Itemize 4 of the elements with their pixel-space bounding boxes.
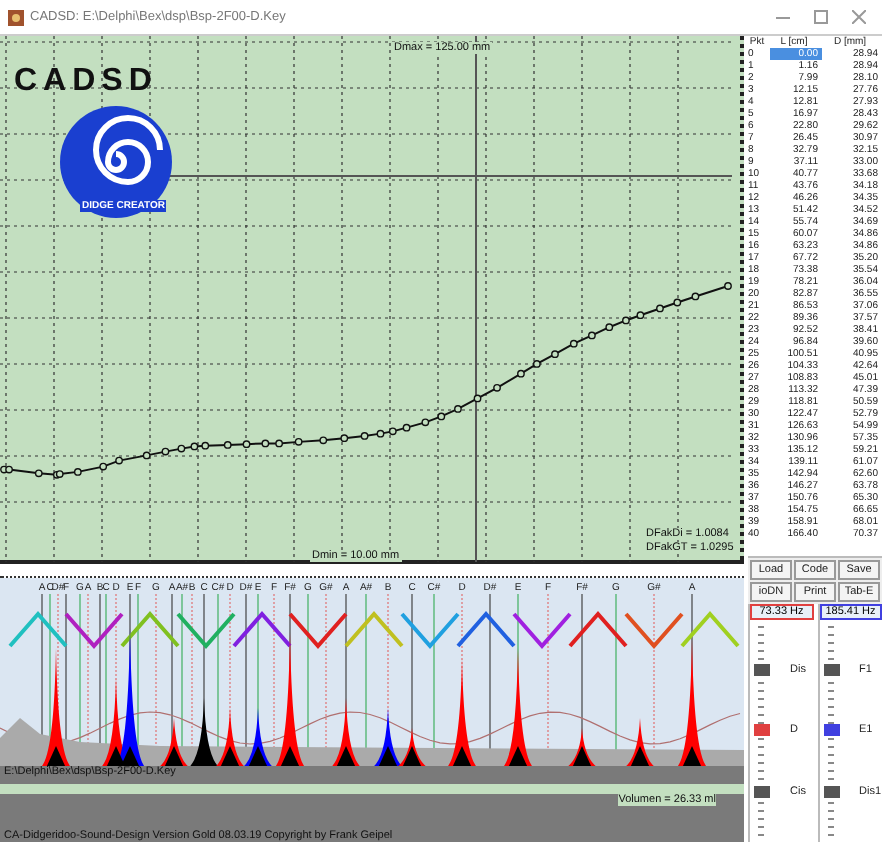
- close-icon[interactable]: [851, 10, 865, 24]
- app-icon: [8, 9, 24, 25]
- maximize-icon[interactable]: [813, 10, 827, 24]
- logo-title: CADSD: [12, 64, 160, 100]
